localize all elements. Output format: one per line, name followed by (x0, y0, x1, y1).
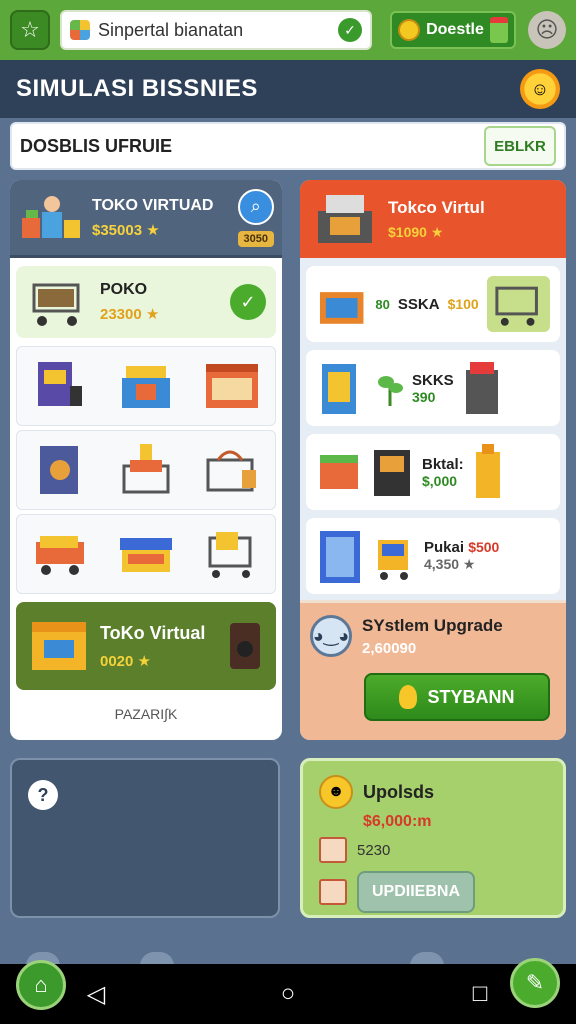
cart-machine-icon (378, 540, 408, 580)
atm-icon (374, 450, 410, 496)
item-row (16, 514, 276, 594)
sun-icon[interactable]: ☺ (520, 69, 560, 109)
store-summary-header[interactable]: Tokco Virtul $1090 ★ (300, 180, 566, 258)
upgrade-price: 2,60090 (362, 639, 417, 657)
store-stand-icon[interactable] (116, 356, 176, 416)
vending-box-icon[interactable] (30, 440, 90, 500)
cart-highlight-icon (486, 276, 550, 332)
banner: DOSBLIS UFRUIE EBLKR (10, 122, 566, 170)
stat-value: $,000 (422, 472, 458, 489)
check-icon[interactable]: ✓ (338, 18, 362, 42)
basket-icon[interactable] (116, 440, 176, 500)
store-badge: 3050 (237, 230, 274, 247)
stat-label: SKKS (412, 371, 454, 389)
search-bar[interactable]: Sinpertal bianatan ✓ (60, 10, 372, 50)
box-icon (319, 837, 347, 863)
office-building-icon (320, 531, 360, 583)
check-button[interactable]: ✓ (230, 284, 266, 320)
cart-icon (32, 283, 80, 326)
tall-building-icon (322, 364, 356, 414)
stat-prefix: 80 (375, 296, 390, 312)
stat-subvalue: 4,350 ★ (424, 556, 476, 572)
emoji-icon: ☻ (319, 775, 353, 809)
shop-icon (319, 292, 364, 324)
stat-label: Bktal: (422, 455, 464, 473)
android-nav-bar: ◁ ○ □ (0, 964, 576, 1024)
poko-price: 23300 ★ (100, 306, 160, 323)
market-stall-icon[interactable] (116, 524, 176, 584)
speaker-icon (230, 623, 260, 669)
title-bar: SIMULASI BISSNIES ☺ (0, 60, 576, 118)
item-row (16, 430, 276, 510)
back-icon[interactable]: ◁ (76, 980, 116, 1009)
home-icon[interactable]: ⌂ (16, 960, 66, 1010)
shopping-basket-icon[interactable] (202, 440, 262, 500)
stat-value: $100 (447, 296, 479, 312)
info-panel: ? (10, 758, 280, 918)
shopkeeper-icon (22, 195, 80, 238)
coin-badge-button[interactable]: Doestle (390, 11, 516, 49)
featured-price: 0020 ★ (100, 652, 151, 670)
stat-label: SSKA (397, 295, 440, 313)
upgrade-button-label: STYBANN (427, 686, 515, 707)
uploads-panel: ☻ Upolsds $6,000:m 5230 UPDIIEBNA (300, 758, 566, 918)
stat-label: Pukai $500 (424, 539, 500, 556)
uploads-title: Upolsds (363, 781, 435, 802)
home-circle-icon[interactable]: ○ (268, 980, 308, 1008)
cart-wagon-icon[interactable] (30, 524, 90, 584)
top-bar: ☆ Sinpertal bianatan ✓ Doestle ☹ (0, 0, 576, 60)
coin-icon (393, 14, 425, 46)
poko-title: POKO (100, 281, 148, 298)
poko-item[interactable]: POKO 23300 ★ ✓ (16, 266, 276, 338)
banner-button[interactable]: EBLKR (484, 126, 556, 166)
stat-row[interactable]: Bktal: $,000 (306, 434, 560, 510)
cash-register-icon (318, 195, 372, 243)
upgrade-button[interactable]: STYBANN (364, 673, 550, 721)
building-icon (465, 362, 498, 414)
stat-row[interactable]: Pukai $500 4,350 ★ (306, 518, 560, 594)
shop-building-icon[interactable] (202, 356, 262, 416)
store-price: $35003 ★ (92, 221, 160, 239)
uploads-price: $6,000:m (363, 813, 432, 830)
system-upgrade-card: ◕‿◕ SYstlem Upgrade 2,60090 STYBANN (300, 600, 566, 740)
uploads-count: 5230 (357, 841, 391, 859)
plant-icon (378, 376, 403, 406)
store-header[interactable]: TOKO VIRTUAD $35003 ★ ⌕ 3050 (10, 180, 282, 258)
featured-title: ToKo Virtual (100, 622, 206, 643)
upgrade-title: SYstlem Upgrade (362, 615, 503, 635)
recents-icon[interactable]: □ (460, 980, 500, 1008)
panel-footer-label: PAZARI∫K (114, 706, 178, 722)
profile-face-icon[interactable]: ☹ (528, 11, 566, 49)
info-icon[interactable]: ? (28, 780, 58, 810)
store-box-icon (32, 622, 86, 670)
pinwheel-icon (70, 20, 90, 40)
summary-price: $1090 ★ (388, 223, 444, 240)
box-icon (319, 879, 347, 905)
search-icon[interactable]: ⌕ (237, 188, 274, 225)
grocery-cart-icon[interactable] (202, 524, 262, 584)
featured-store-card[interactable]: ToKo Virtual 0020 ★ (16, 602, 276, 690)
update-button[interactable]: UPDIIEBNA (357, 871, 475, 913)
stat-value: 390 (412, 388, 436, 405)
summary-title: Tokco Virtul (388, 197, 485, 217)
coin-badge-label: Doestle (426, 21, 484, 38)
stat-row[interactable]: 80 SSKA $100 (306, 266, 560, 342)
stats-panel: Tokco Virtul $1090 ★ 80 SSKA $100 SKKS 3… (300, 180, 566, 740)
store-title: TOKO VIRTUAD (92, 196, 214, 214)
store-list-panel: TOKO VIRTUAD $35003 ★ ⌕ 3050 POKO 23300 … (10, 180, 282, 740)
planter-icon (320, 455, 358, 489)
search-text[interactable]: Sinpertal bianatan (98, 20, 330, 41)
pencil-icon[interactable]: ✎ (510, 958, 560, 1008)
fuel-pump-icon (475, 444, 500, 498)
arcade-machine-icon[interactable] (30, 356, 90, 416)
star-app-icon[interactable]: ☆ (10, 10, 50, 50)
page-title: SIMULASI BISSNIES (16, 75, 258, 102)
flame-icon (399, 685, 418, 709)
stat-row[interactable]: SKKS 390 (306, 350, 560, 426)
item-row (16, 346, 276, 426)
gift-icon (489, 17, 508, 43)
robot-icon: ◕‿◕ (310, 615, 352, 657)
banner-text: DOSBLIS UFRUIE (20, 135, 173, 156)
